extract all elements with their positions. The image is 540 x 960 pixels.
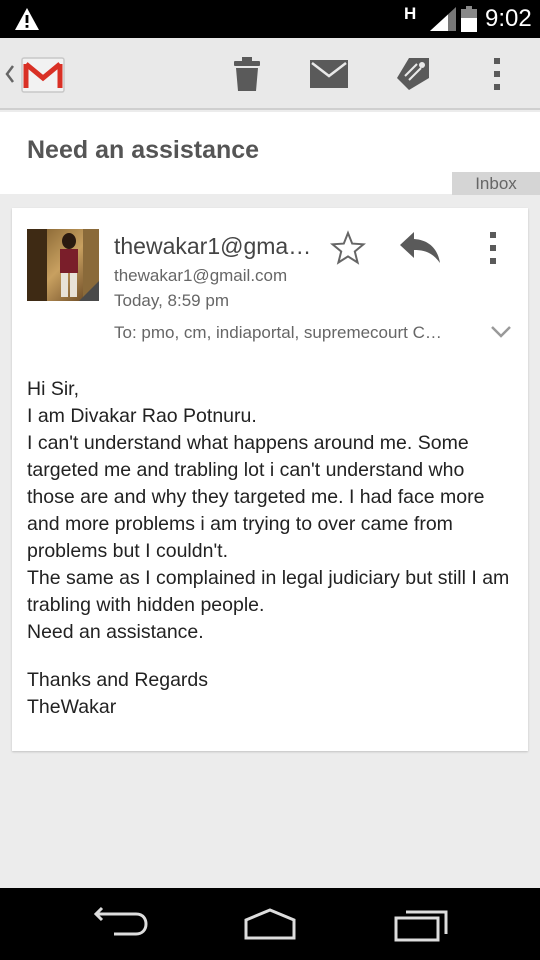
trash-icon <box>234 57 260 91</box>
sender-name: thewakar1@gma… <box>114 233 312 259</box>
signature-line: TheWakar <box>27 696 117 718</box>
message-header[interactable]: thewakar1@gma… thewakar1@gmail.com Today… <box>12 208 528 353</box>
reply-icon[interactable] <box>398 230 442 266</box>
action-bar <box>0 38 540 110</box>
more-vert-icon <box>494 58 500 90</box>
label-tag-icon <box>397 58 429 90</box>
email-subject: Need an assistance <box>27 136 260 164</box>
message-body: Hi Sir, I am Divakar Rao Potnuru. I can'… <box>27 376 517 721</box>
signal-icon <box>430 7 456 31</box>
network-type: H <box>404 4 417 23</box>
star-icon[interactable] <box>330 230 366 266</box>
warning-icon <box>15 8 39 30</box>
envelope-icon <box>310 60 348 88</box>
navigation-bar <box>0 888 540 960</box>
body-line: The same as I complained in legal judici… <box>27 567 510 616</box>
sent-time: Today, 8:59 pm <box>114 291 229 310</box>
label-button[interactable] <box>390 52 436 96</box>
chevron-down-icon[interactable] <box>490 324 512 340</box>
chevron-left-icon[interactable] <box>4 62 16 86</box>
mark-unread-button[interactable] <box>306 52 352 96</box>
gmail-icon[interactable] <box>20 52 66 96</box>
body-line: I can't understand what happens around m… <box>27 432 485 562</box>
message-more-icon[interactable] <box>478 230 508 266</box>
home-nav-icon[interactable] <box>240 906 300 942</box>
battery-icon <box>461 6 477 32</box>
clock: 9:02 <box>485 5 532 32</box>
folder-label-inbox[interactable]: Inbox <box>452 172 540 195</box>
delete-button[interactable] <box>224 52 270 96</box>
overflow-menu-button[interactable] <box>474 52 520 96</box>
recent-apps-nav-icon[interactable] <box>392 906 450 942</box>
avatar-photo <box>27 229 99 301</box>
recipients-line: To: pmo, cm, indiaportal, supremecourt C… <box>114 323 442 342</box>
back-nav-icon[interactable] <box>92 906 148 942</box>
signature-line: Thanks and Regards <box>27 669 209 691</box>
sender-avatar[interactable] <box>27 229 99 301</box>
body-line: Need an assistance. <box>27 621 204 643</box>
status-bar: H 9:02 <box>0 0 540 38</box>
sender-email: thewakar1@gmail.com <box>114 266 288 285</box>
body-line: I am Divakar Rao Potnuru. <box>27 405 257 427</box>
message-card: thewakar1@gma… thewakar1@gmail.com Today… <box>12 208 528 751</box>
body-line: Hi Sir, <box>27 378 80 400</box>
